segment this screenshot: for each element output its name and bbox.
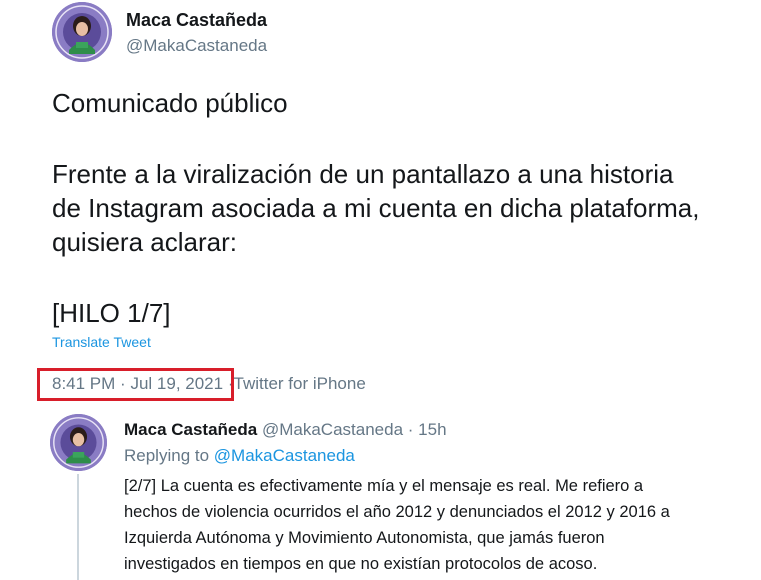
reply-header: Maca Castañeda @MakaCastaneda · 15h xyxy=(124,420,447,440)
tweet-text-line: [HILO 1/7] xyxy=(52,298,171,328)
tweet-text-line: de Instagram asociada a mi cuenta en dic… xyxy=(52,193,700,223)
author-name[interactable]: Maca Castañeda xyxy=(126,10,267,31)
author-avatar-image xyxy=(52,2,112,62)
tweet-text-line: Comunicado público xyxy=(52,88,288,118)
replying-to: Replying to @MakaCastaneda xyxy=(124,446,355,466)
tweet-text-line: Frente a la viralización de un pantallaz… xyxy=(52,159,674,189)
thread-connector-line xyxy=(77,474,79,580)
reply-author-name[interactable]: Maca Castañeda xyxy=(124,420,257,439)
reply-text-line: [2/7] La cuenta es efectivamente mía y e… xyxy=(124,477,644,495)
reply-avatar-image xyxy=(50,414,107,471)
reply-text-line: investigados en tiempos en que no existí… xyxy=(124,555,598,573)
reply-author-avatar[interactable] xyxy=(50,414,107,471)
reply-age[interactable]: 15h xyxy=(418,420,446,439)
timestamp-highlight-box xyxy=(37,368,234,401)
replying-to-label: Replying to xyxy=(124,446,210,465)
author-handle[interactable]: @MakaCastaneda xyxy=(126,36,267,56)
tweet-source: Twitter for iPhone xyxy=(233,374,366,393)
reply-text-line: hechos de violencia ocurridos el año 201… xyxy=(124,503,670,521)
author-avatar[interactable] xyxy=(52,2,112,62)
tweet-text-line: quisiera aclarar: xyxy=(52,227,237,257)
translate-tweet-link[interactable]: Translate Tweet xyxy=(52,334,151,350)
replying-to-mention[interactable]: @MakaCastaneda xyxy=(214,446,355,465)
reply-text-line: Izquierda Autónoma y Movimiento Autonomi… xyxy=(124,529,605,547)
reply-author-handle[interactable]: @MakaCastaneda xyxy=(262,420,403,439)
separator-dot: · xyxy=(407,420,414,439)
